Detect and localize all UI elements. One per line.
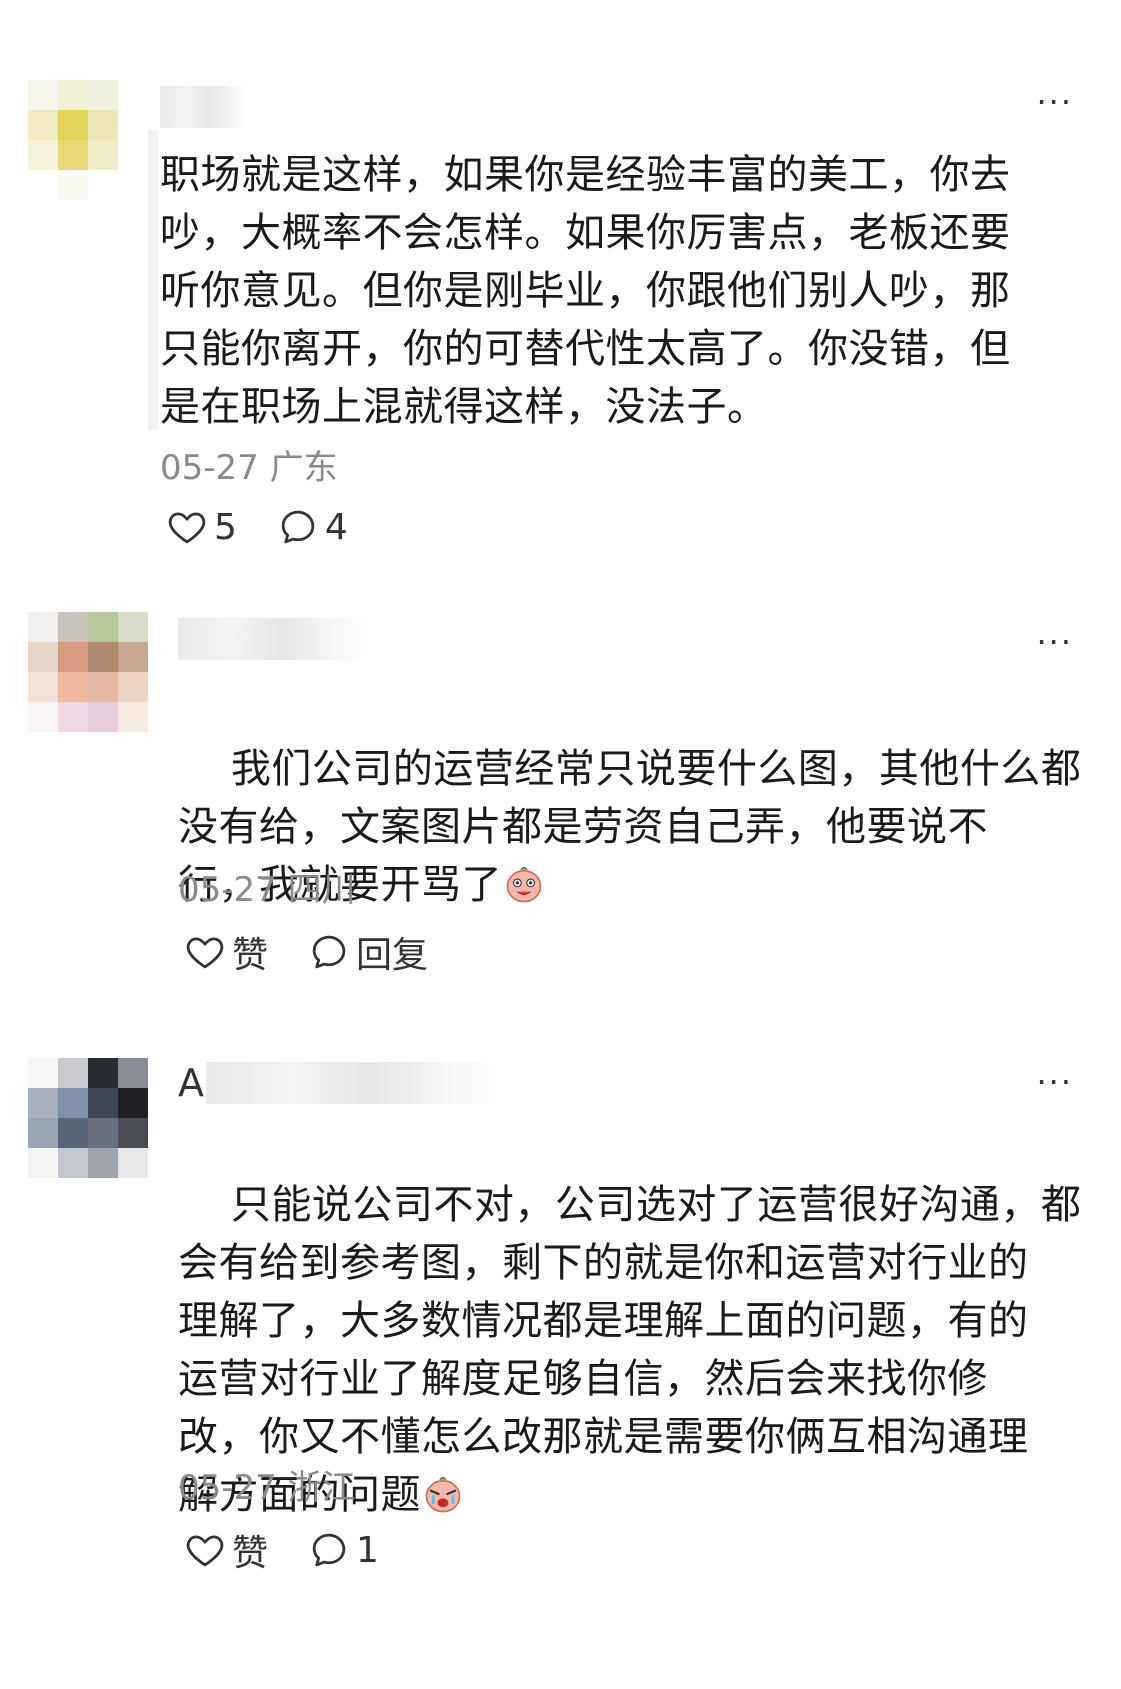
more-options-button[interactable]: ··· xyxy=(1036,1066,1073,1098)
reply-count: 1 xyxy=(356,1529,379,1571)
speech-bubble-icon xyxy=(312,1533,346,1567)
comment-meta: 05-27 四川 xyxy=(178,862,356,911)
comment-meta: 05-27 广东 xyxy=(160,440,338,489)
heart-outline-icon xyxy=(186,1535,224,1567)
like-button[interactable]: 赞 xyxy=(184,1524,268,1576)
like-button[interactable]: 5 xyxy=(166,506,237,548)
reply-label: 回复 xyxy=(356,935,429,976)
comment-text: 只能说公司不对，公司选对了运营很好沟通，都 会有给到参考图，剩下的就是你和运营对… xyxy=(178,1118,1081,1582)
like-button[interactable]: 赞 xyxy=(184,926,268,978)
tongue-out-emoji-icon xyxy=(506,866,542,903)
like-count: 5 xyxy=(214,506,237,548)
comment-date: 05-27 xyxy=(178,1468,277,1508)
username[interactable] xyxy=(178,618,368,660)
speech-bubble-icon xyxy=(281,510,315,544)
reply-count: 4 xyxy=(324,506,348,548)
speech-bubble-icon xyxy=(312,935,346,969)
comment-actions: 赞 1 xyxy=(184,1524,419,1576)
avatar[interactable] xyxy=(28,1058,148,1178)
username[interactable] xyxy=(160,86,250,128)
like-label: 赞 xyxy=(232,1533,269,1574)
heart-outline-icon xyxy=(186,937,224,969)
more-options-button[interactable]: ··· xyxy=(1036,626,1073,658)
comment-date: 05-27 xyxy=(178,870,277,910)
username[interactable] xyxy=(206,1062,501,1104)
avatar[interactable] xyxy=(28,612,148,732)
comment-text: 职场就是这样，如果你是经验丰富的美工，你去 吵，大概率不会怎样。如果你厉害点，老… xyxy=(160,152,1011,430)
blur-edge xyxy=(148,130,158,430)
reply-button[interactable]: 回复 xyxy=(308,926,428,978)
comment-actions: 赞 回复 xyxy=(184,926,468,978)
like-label: 赞 xyxy=(232,935,269,976)
comment-location: 广东 xyxy=(269,448,338,488)
reply-button[interactable]: 4 xyxy=(277,506,348,548)
comment-location: 浙江 xyxy=(287,1468,356,1508)
avatar[interactable] xyxy=(28,80,148,200)
comment-actions: 5 4 xyxy=(166,506,388,548)
crying-emoji-icon xyxy=(425,1476,461,1513)
username-initial[interactable]: A xyxy=(178,1062,204,1104)
heart-outline-icon xyxy=(168,512,206,544)
comment-date: 05-27 xyxy=(160,448,259,488)
more-options-button[interactable]: ··· xyxy=(1036,86,1073,118)
reply-button[interactable]: 1 xyxy=(308,1529,379,1571)
comment-location: 四川 xyxy=(287,870,356,910)
comment-meta: 05-27 浙江 xyxy=(178,1460,356,1509)
